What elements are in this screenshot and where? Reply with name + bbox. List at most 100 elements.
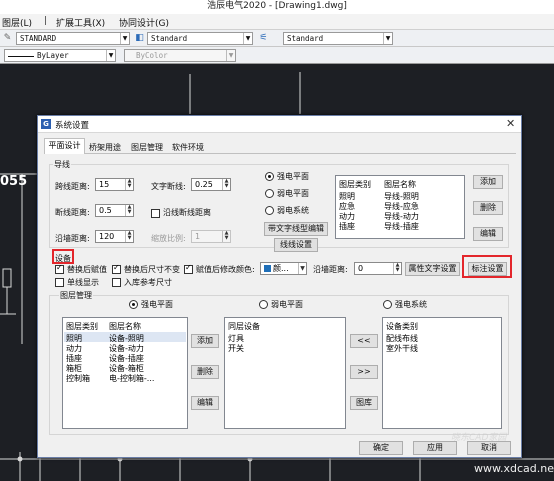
dialog-title: 系统设置: [55, 121, 90, 131]
radio-weak-system-label: 弱电系统: [277, 206, 309, 215]
tab-strip: 平面设计 桥架用途 图层管理 软件环境: [44, 138, 516, 154]
radio-weak-system[interactable]: [265, 206, 274, 215]
spinner-icon[interactable]: ▲ ▼: [125, 179, 133, 190]
dialog-title-bar: G 系统设置 ✕: [38, 116, 521, 133]
text-break-value: 0.25: [195, 180, 213, 189]
wiring-edit-button[interactable]: 编辑: [473, 227, 503, 241]
tab-software-env[interactable]: 软件环境: [172, 142, 204, 153]
list-item[interactable]: 室外干线: [386, 343, 418, 354]
list-item[interactable]: 开关: [228, 343, 244, 354]
chevron-down-icon: ▼: [243, 33, 252, 44]
equipment-category-list: 设备类别 配线布线 室外干线: [382, 317, 502, 429]
col-header-category: 图层类别: [339, 180, 371, 189]
color-select[interactable]: ByColor ▼: [124, 49, 236, 62]
chevron-down-icon: ▼: [120, 33, 129, 44]
dim-style-value: Standard: [151, 34, 188, 43]
linetype-value: ByLayer: [37, 51, 69, 60]
cancel-button[interactable]: 取消: [467, 441, 511, 455]
ok-button[interactable]: 确定: [359, 441, 403, 455]
replace-assign-label: 替换后赋值: [67, 265, 107, 274]
watermark-brand: 晓东CAD家园: [451, 433, 507, 443]
table-row[interactable]: 插座: [339, 221, 355, 232]
replace-keep-size-checkbox[interactable]: [112, 263, 121, 274]
span-distance-label: 跨线距离:: [55, 182, 90, 191]
text-style-select[interactable]: STANDARD ▼: [16, 32, 130, 45]
menu-collab-design[interactable]: 协同设计(G): [119, 16, 169, 29]
equipment-layer-table: 图层类别 图层名称 照明 设备-照明 动力 设备-动力 插座 设备-插座 箱柜 …: [62, 317, 188, 429]
drawing-label: 055: [0, 174, 28, 189]
break-distance-input[interactable]: 0.5 ▲ ▼: [95, 204, 134, 217]
radio-layer-weak-plane-label: 弱电平面: [271, 300, 303, 309]
col-header-same-layer: 同层设备: [228, 322, 260, 331]
spinner-icon[interactable]: ▲ ▼: [125, 205, 133, 216]
apply-button[interactable]: 应用: [413, 441, 457, 455]
radio-weak-plane[interactable]: [265, 189, 274, 198]
color-value: ByColor: [136, 51, 168, 60]
spinner-icon[interactable]: ▲ ▼: [222, 179, 230, 190]
linetype-sample: [8, 55, 34, 57]
col-header-layer-name: 图层名称: [109, 322, 141, 331]
property-toolbar: ByLayer ▼ ByColor ▼: [0, 47, 554, 64]
color-picker-value: 颜...: [273, 264, 289, 273]
layer-delete-button[interactable]: 删除: [191, 365, 219, 379]
scale-color-label: 赋值后修改颜色:: [196, 265, 255, 274]
table-style-icon: ⚟: [259, 33, 268, 43]
wall-distance-input[interactable]: 120 ▲ ▼: [95, 230, 134, 243]
color-picker[interactable]: 颜... ▼: [260, 262, 307, 275]
single-line-checkbox[interactable]: [55, 278, 64, 287]
chevron-down-icon: ▼: [298, 263, 306, 274]
dim-style-select[interactable]: Standard ▼: [147, 32, 253, 45]
linetype-select[interactable]: ByLayer ▼: [4, 49, 116, 62]
chevron-down-icon: ▼: [226, 50, 235, 61]
layer-add-button[interactable]: 添加: [191, 334, 219, 348]
radio-layer-strong-plane-label: 强电平面: [141, 300, 173, 309]
menu-extend-tools[interactable]: 扩展工具(X): [56, 16, 105, 29]
linetype-edit-button[interactable]: 带文字线型编辑: [264, 222, 328, 236]
span-distance-input[interactable]: 15 ▲ ▼: [95, 178, 134, 191]
scale-input: 1 ▲ ▼: [191, 230, 231, 243]
menu-layer[interactable]: 图层(L): [2, 16, 32, 29]
radio-layer-strong-system[interactable]: [383, 300, 392, 309]
wiring-add-button[interactable]: 添加: [473, 175, 503, 189]
move-right-button[interactable]: >>: [350, 365, 378, 379]
close-icon[interactable]: ✕: [506, 117, 515, 130]
text-break-input[interactable]: 0.25 ▲ ▼: [191, 178, 231, 191]
col-header-layer-name: 图层名称: [384, 180, 416, 189]
chevron-down-icon: ▼: [383, 33, 392, 44]
insert-ref-checkbox[interactable]: [112, 278, 121, 287]
menu-separator: |: [44, 16, 48, 26]
span-distance-value: 15: [99, 180, 110, 189]
table-style-value: Standard: [287, 34, 324, 43]
along-break-checkbox[interactable]: [151, 209, 160, 218]
along-break-label: 沿线断线距离: [163, 208, 211, 217]
replace-assign-checkbox[interactable]: [55, 263, 64, 274]
library-button[interactable]: 图库: [350, 396, 378, 410]
col-header-equip-category: 设备类别: [386, 322, 418, 331]
wiring-section-title: 导线: [53, 159, 71, 170]
radio-layer-strong-plane[interactable]: [129, 300, 138, 309]
tab-plane-design[interactable]: 平面设计: [44, 138, 85, 154]
wiring-delete-button[interactable]: 删除: [473, 201, 503, 215]
radio-layer-weak-plane[interactable]: [259, 300, 268, 309]
text-style-icon: ✎: [3, 33, 12, 43]
table-cell: 电-控制箱-...: [109, 374, 155, 383]
table-style-select[interactable]: Standard ▼: [283, 32, 393, 45]
wiring-settings-button[interactable]: 线线设置: [274, 238, 318, 252]
layer-edit-button[interactable]: 编辑: [191, 396, 219, 410]
scale-value: 1: [195, 232, 201, 241]
radio-weak-plane-label: 弱电平面: [277, 189, 309, 198]
tab-layer-management[interactable]: 图层管理: [131, 142, 163, 153]
table-row[interactable]: 控制箱: [66, 373, 90, 384]
radio-strong-plane[interactable]: [265, 172, 274, 181]
tab-tray-usage[interactable]: 桥架用途: [89, 142, 121, 153]
attr-text-button[interactable]: 属性文字设置: [405, 262, 460, 276]
spinner-icon[interactable]: ▲ ▼: [125, 231, 133, 242]
radio-layer-strong-system-label: 强电系统: [395, 300, 427, 309]
highlight-dim-settings: [462, 255, 512, 278]
system-settings-dialog: G 系统设置 ✕ 平面设计 桥架用途 图层管理 软件环境 导线 跨线距离: 15…: [37, 115, 522, 458]
equip-wall-distance-input[interactable]: 0 ▲ ▼: [354, 262, 402, 275]
spinner-icon[interactable]: ▲ ▼: [393, 263, 401, 274]
scale-color-checkbox[interactable]: [184, 263, 193, 274]
layer-mgmt-section-title: 图层管理: [59, 290, 93, 301]
move-left-button[interactable]: <<: [350, 334, 378, 348]
